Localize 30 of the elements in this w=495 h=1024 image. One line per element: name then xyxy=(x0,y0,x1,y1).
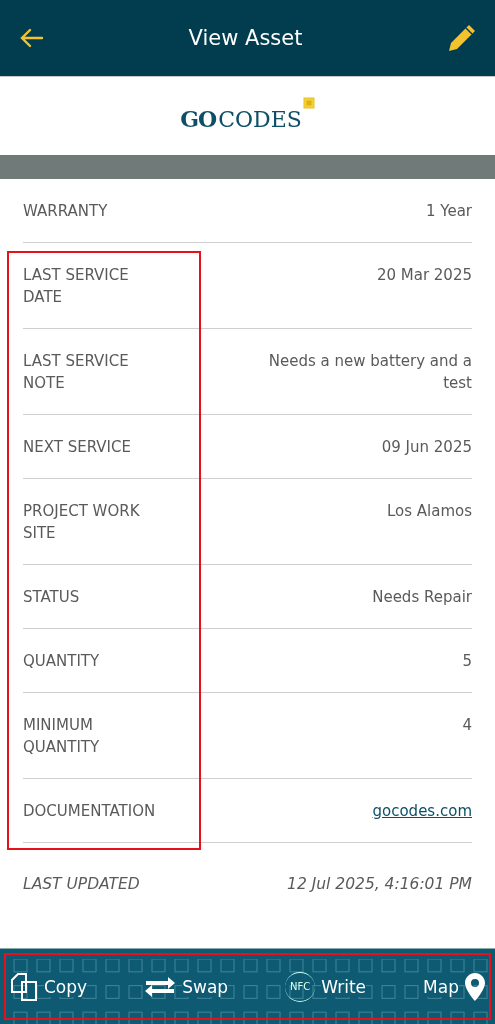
field-value: Los Alamos xyxy=(386,501,472,522)
field-label: NEXT SERVICE xyxy=(23,437,132,458)
location-pin-icon xyxy=(465,972,485,1001)
field-value: 09 Jun 2025 xyxy=(381,437,472,458)
field-label: QUANTITY xyxy=(23,651,101,672)
field-label: LAST SERVICE NOTE xyxy=(23,351,130,394)
field-value: Needs Repair xyxy=(372,587,472,608)
action-button[interactable]: Map xyxy=(423,972,485,1001)
swap-icon xyxy=(144,974,177,999)
field-value: Needs a new battery and a test xyxy=(267,351,472,394)
field-value: 20 Mar 2025 xyxy=(376,265,472,286)
action-button[interactable]: NFC Write xyxy=(285,971,367,1002)
screen-title: View Asset xyxy=(188,26,303,50)
action-button[interactable]: Copy xyxy=(10,971,88,1002)
field-label: MINIMUM QUANTITY xyxy=(23,715,101,758)
field-value: 1 Year xyxy=(425,201,472,222)
field-value: 4 xyxy=(462,715,472,736)
action-button[interactable]: Swap xyxy=(144,974,229,999)
field-value: 5 xyxy=(462,651,472,672)
field-label: DOCUMENTATION xyxy=(23,801,157,822)
logo-mark-icon xyxy=(302,97,315,110)
field-label: LAST SERVICE DATE xyxy=(23,265,130,308)
copy-icon xyxy=(10,971,38,1002)
last-updated-label: LAST UPDATED xyxy=(23,875,140,893)
field-label: WARRANTY xyxy=(23,201,109,222)
company-logo: GOCODES xyxy=(180,105,302,135)
last-updated-value: 12 Jul 2025, 4:16:01 PM xyxy=(287,875,472,893)
documentation-link[interactable]: gocodes.com xyxy=(372,800,472,822)
field-label: PROJECT WORK SITE xyxy=(23,501,141,544)
field-label: STATUS xyxy=(23,587,81,608)
